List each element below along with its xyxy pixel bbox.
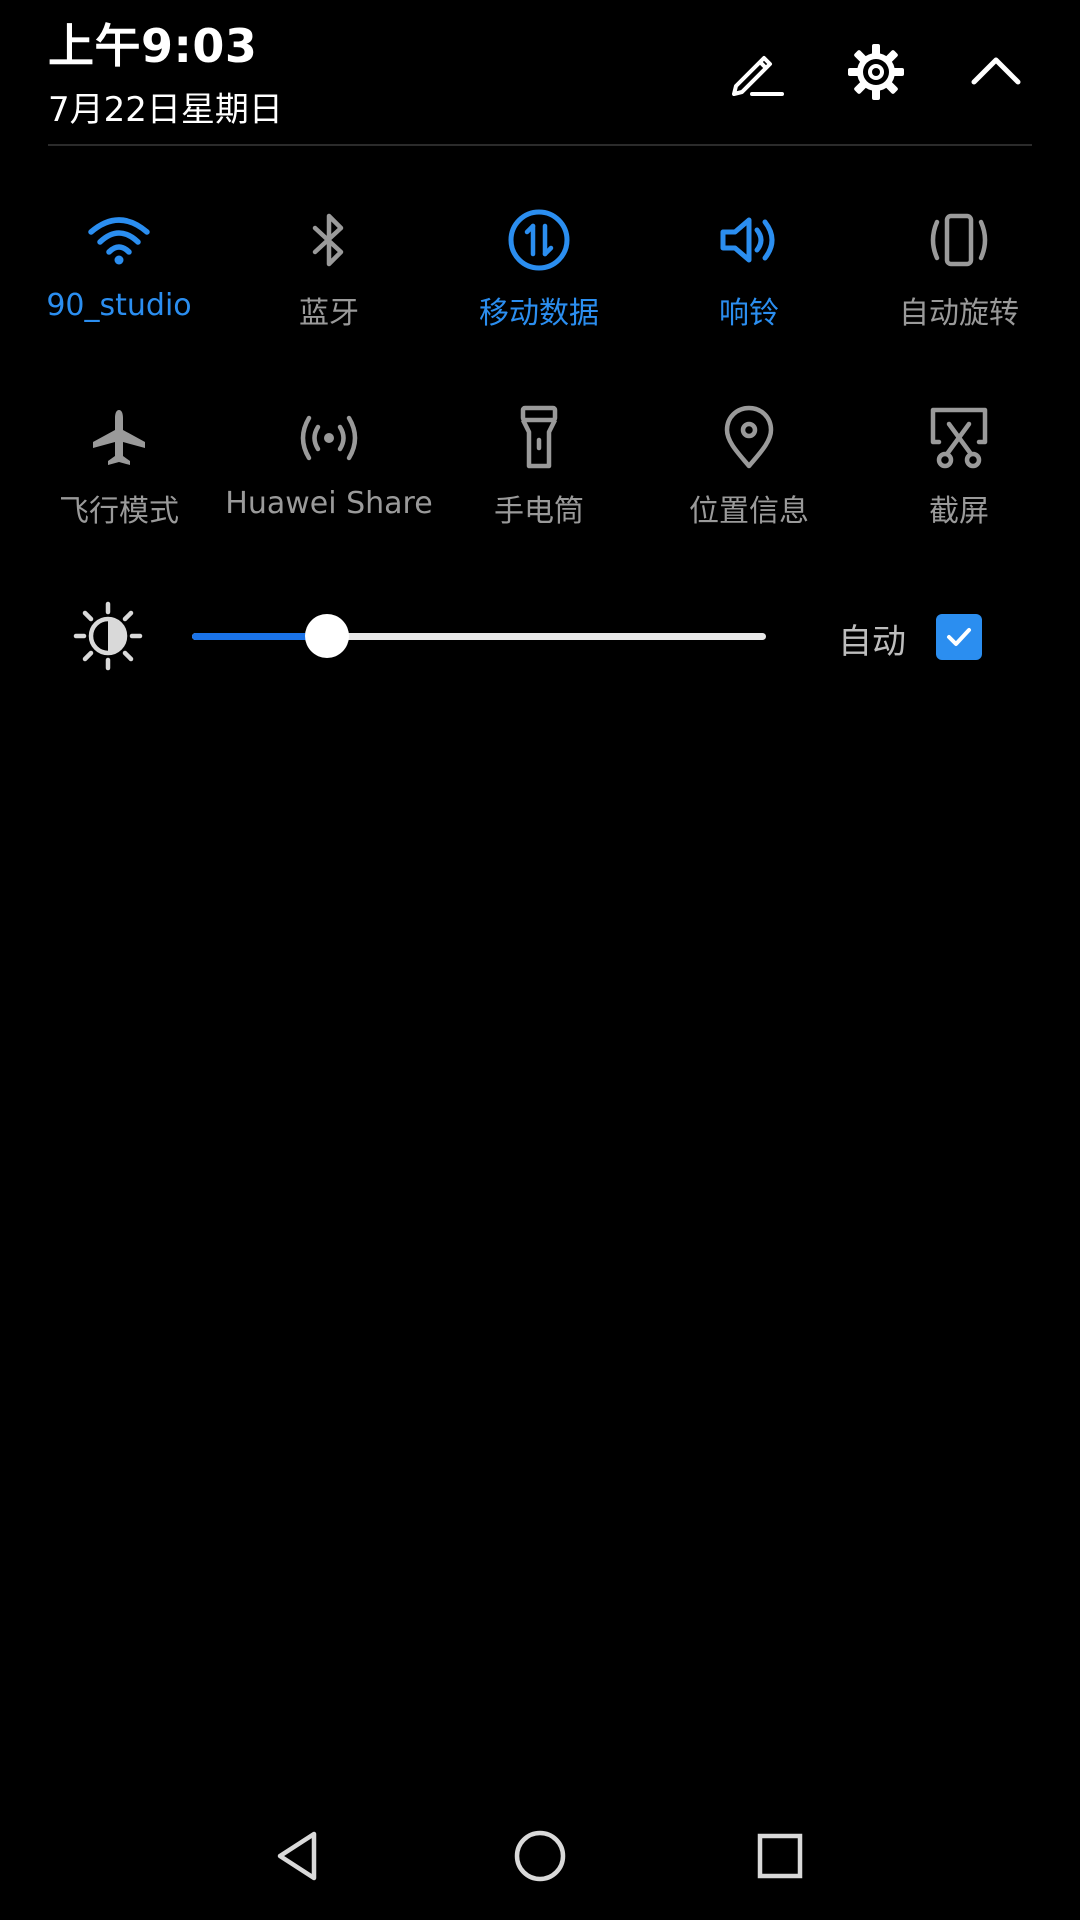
toggle-label: 90_studio <box>46 288 192 323</box>
brightness-slider[interactable] <box>192 614 766 658</box>
settings-button[interactable] <box>836 32 916 112</box>
toggle-label: 响铃 <box>719 296 779 331</box>
nav-back-button[interactable] <box>260 1816 340 1896</box>
brightness-icon <box>73 601 143 671</box>
gear-icon <box>848 44 904 100</box>
slider-thumb[interactable] <box>304 614 349 658</box>
flashlight-icon <box>499 398 579 478</box>
toggle-flashlight[interactable]: 手电筒 <box>434 398 644 548</box>
clock-date: 7月22日星期日 <box>48 90 283 130</box>
toggle-screenshot[interactable]: 截屏 <box>854 398 1064 548</box>
notification-shade: 上午9:03 7月22日星期日 90_studio 蓝牙 移动数据 响铃 自动旋… <box>0 0 1080 1920</box>
edit-icon <box>732 56 784 96</box>
toggle-auto-rotate[interactable]: 自动旋转 <box>854 200 1064 350</box>
toggle-label: 蓝牙 <box>299 296 359 331</box>
toggle-mobile-data[interactable]: 移动数据 <box>434 200 644 350</box>
toggle-label: 飞行模式 <box>59 494 179 529</box>
nav-recent-button[interactable] <box>740 1816 820 1896</box>
toggle-location[interactable]: 位置信息 <box>644 398 854 548</box>
recent-apps-icon <box>757 1833 803 1879</box>
screenshot-icon <box>919 398 999 478</box>
toggle-label: 自动旋转 <box>899 296 1019 331</box>
toggle-huawei-share[interactable]: Huawei Share <box>224 398 434 548</box>
toggle-label: 手电筒 <box>494 494 584 529</box>
chevron-up-icon <box>971 57 1021 85</box>
toggle-bluetooth[interactable]: 蓝牙 <box>224 200 434 350</box>
toggle-label: 截屏 <box>929 494 989 529</box>
rotate-icon <box>919 200 999 280</box>
mobile-data-icon <box>499 200 579 280</box>
header-divider <box>48 144 1032 146</box>
toggle-label: Huawei Share <box>225 486 433 521</box>
nav-home-button[interactable] <box>500 1816 580 1896</box>
toggle-wifi[interactable]: 90_studio <box>14 200 224 350</box>
home-icon <box>514 1830 566 1882</box>
auto-brightness-checkbox[interactable] <box>936 614 982 660</box>
back-icon <box>277 1831 317 1881</box>
auto-brightness-label: 自动 <box>838 622 906 662</box>
location-pin-icon <box>709 398 789 478</box>
clock-time: 上午9:03 <box>48 19 258 73</box>
collapse-button[interactable] <box>956 32 1036 112</box>
wifi-icon <box>79 200 159 280</box>
share-signal-icon <box>289 398 369 478</box>
edit-button[interactable] <box>716 32 796 112</box>
toggle-label: 移动数据 <box>479 296 599 331</box>
bluetooth-icon <box>289 200 369 280</box>
checkmark-icon <box>947 628 971 646</box>
toggle-airplane[interactable]: 飞行模式 <box>14 398 224 548</box>
airplane-icon <box>79 398 159 478</box>
toggle-ring[interactable]: 响铃 <box>644 200 854 350</box>
toggle-label: 位置信息 <box>689 494 809 529</box>
speaker-icon <box>709 200 789 280</box>
